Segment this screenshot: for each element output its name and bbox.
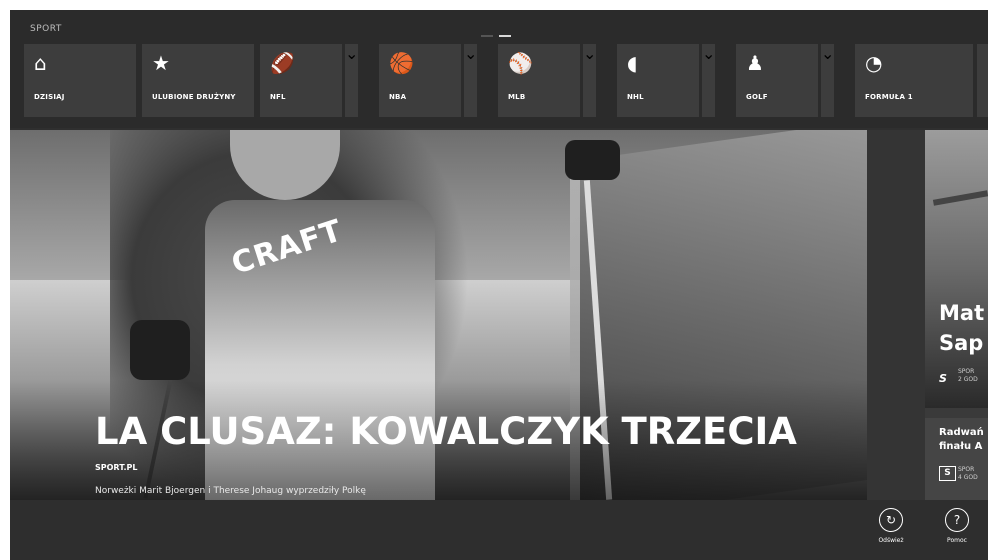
- story-meta: SPOR 2 GOD: [958, 368, 978, 384]
- refresh-label: Odśwież: [878, 537, 904, 544]
- story-card[interactable]: Radwań finału A S SPOR 4 GOD: [925, 418, 988, 500]
- tile-nhl[interactable]: ◖ NHL: [617, 44, 699, 117]
- story-title: Radwań finału A: [939, 426, 988, 454]
- refresh-icon: ↻: [879, 508, 903, 532]
- glove: [130, 320, 190, 380]
- story-time: 2 GOD: [958, 376, 978, 383]
- story-meta: SPOR 4 GOD: [958, 466, 978, 482]
- story-source: SPOR: [958, 368, 975, 375]
- navigation-bar: SPORT ⌂ DZISIAJ ★ ULUBIONE DRUŻYNY 🏈 NFL…: [10, 10, 988, 128]
- hero-headline[interactable]: LA CLUSAZ: KOWALCZYK TRZECIA: [95, 410, 797, 453]
- hero-story[interactable]: CRAFT LA CLUSAZ: KOWALCZYK TRZECIA SPORT…: [10, 130, 867, 500]
- nfl-dropdown[interactable]: ⌄: [345, 44, 359, 117]
- tile-label: DZISIAJ: [34, 93, 65, 101]
- tile-label: ULUBIONE DRUŻYNY: [152, 93, 236, 101]
- tile-label: FORMUŁA 1: [865, 93, 913, 101]
- tile-formula-1[interactable]: ◔ FORMUŁA 1: [855, 44, 973, 117]
- help-button[interactable]: ? Pomoc: [932, 508, 982, 556]
- column-gap: [867, 130, 925, 500]
- tile-nfl[interactable]: 🏈 NFL: [260, 44, 342, 117]
- glove: [565, 140, 620, 180]
- tile-dzisiaj[interactable]: ⌂ DZISIAJ: [24, 44, 136, 117]
- star-icon: ★: [152, 51, 170, 75]
- tile-mlb[interactable]: ⚾ MLB: [498, 44, 580, 117]
- mlb-dropdown[interactable]: ⌄: [583, 44, 597, 117]
- story-title-line: Radwań: [939, 427, 984, 438]
- hero-source: SPORT.PL: [95, 463, 138, 472]
- speedometer-icon: ◔: [865, 51, 883, 75]
- page-dot-active: [499, 35, 511, 37]
- story-source: SPOR: [958, 466, 975, 473]
- hockey-puck-icon: ◖: [627, 51, 638, 75]
- story-title-line: finału A: [939, 441, 983, 452]
- hero-subtitle: Norweżki Marit Bjoergen i Therese Johaug…: [95, 486, 366, 496]
- help-icon: ?: [945, 508, 969, 532]
- source-logo: S: [939, 466, 956, 481]
- page-dot: [481, 35, 493, 37]
- story-title-line: Mat: [939, 301, 985, 325]
- golf-icon: ♟: [746, 51, 764, 75]
- story-image[interactable]: [925, 130, 988, 408]
- tile-next-partial[interactable]: [977, 44, 988, 117]
- story-title-line: Sap: [939, 331, 984, 355]
- home-icon: ⌂: [34, 51, 47, 75]
- story-time: 4 GOD: [958, 474, 978, 481]
- tile-nba[interactable]: 🏀 NBA: [379, 44, 461, 117]
- tile-label: NFL: [270, 93, 286, 101]
- football-icon: 🏈: [270, 51, 295, 75]
- tile-ulubione-druzyny[interactable]: ★ ULUBIONE DRUŻYNY: [142, 44, 254, 117]
- tile-label: NHL: [627, 93, 644, 101]
- nba-dropdown[interactable]: ⌄: [464, 44, 478, 117]
- tile-golf[interactable]: ♟ GOLF: [736, 44, 818, 117]
- golf-dropdown[interactable]: ⌄: [821, 44, 835, 117]
- tile-label: NBA: [389, 93, 407, 101]
- section-title: SPORT: [30, 24, 62, 34]
- refresh-button[interactable]: ↻ Odśwież: [866, 508, 916, 556]
- help-label: Pomoc: [947, 537, 967, 544]
- tile-label: MLB: [508, 93, 526, 101]
- source-logo: S: [939, 372, 947, 385]
- basketball-icon: 🏀: [389, 51, 414, 75]
- ski-jumper-graphic: [932, 190, 988, 206]
- nhl-dropdown[interactable]: ⌄: [702, 44, 716, 117]
- app-window: SPORT ⌂ DZISIAJ ★ ULUBIONE DRUŻYNY 🏈 NFL…: [10, 10, 988, 560]
- story-title[interactable]: Mat Sap: [939, 298, 988, 358]
- app-bar: ↻ Odśwież ? Pomoc: [10, 500, 988, 560]
- tile-label: GOLF: [746, 93, 768, 101]
- side-stories: Mat Sap S SPOR 2 GOD Radwań finału A S S…: [925, 130, 988, 500]
- baseball-icon: ⚾: [508, 51, 533, 75]
